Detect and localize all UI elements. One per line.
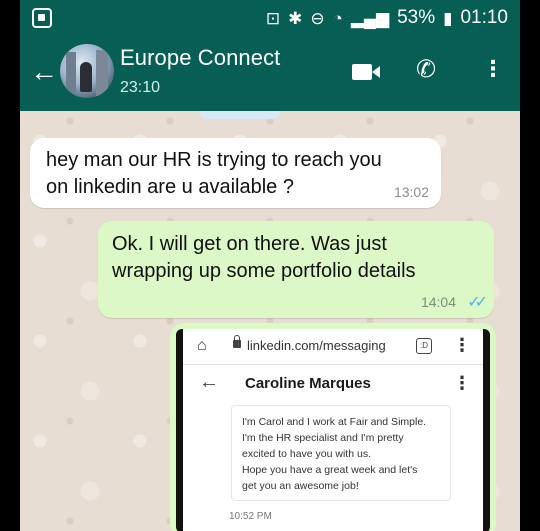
- message-line: wrapping up some portfolio details: [112, 260, 416, 282]
- incoming-message[interactable]: hey man our HR is trying to reach you on…: [30, 138, 441, 208]
- battery-percent: 53%: [397, 7, 436, 28]
- chat-subtitle: 23:10: [120, 79, 161, 96]
- previous-bubble-edge: [200, 111, 280, 119]
- back-arrow-icon[interactable]: ←: [30, 58, 58, 86]
- message-line: on linkedin are u available ?: [46, 176, 294, 198]
- tabs-icon: :D: [416, 338, 432, 354]
- battery-icon: ▮: [443, 8, 453, 28]
- linkedin-message-line: I'm the HR specialist and I'm pretty: [242, 432, 404, 444]
- status-indicators: ⊡ ✱ ⊖ ◔ ▂▄▆ 53% ▮ 01:10: [266, 7, 508, 29]
- linkedin-message-line: get you an awesome job!: [242, 480, 359, 492]
- app-screen: ⊡ ✱ ⊖ ◔ ▂▄▆ 53% ▮ 01:10 ← Europe Connect…: [0, 0, 540, 531]
- bluetooth-icon: ✱: [288, 8, 303, 28]
- video-call-icon[interactable]: [352, 64, 380, 80]
- back-arrow-icon: ←: [199, 371, 219, 393]
- clock: 01:10: [460, 7, 508, 28]
- conversation-more-icon: ⋮: [453, 373, 471, 393]
- left-bezel: [0, 0, 20, 531]
- lock-icon: [233, 335, 241, 348]
- screenshot-image[interactable]: ⌂ linkedin.com/messaging :D ⋮ ← Caroline…: [176, 329, 490, 531]
- signal-icon: ▂▄▆: [350, 8, 390, 28]
- linkedin-message-line: Hope you have a great week and let's: [242, 464, 418, 476]
- more-options-icon[interactable]: ⋮: [482, 58, 504, 80]
- read-receipt-icon: ✓✓: [467, 294, 488, 311]
- message-text: Ok. I will get on there. Was just wrappi…: [112, 231, 482, 285]
- right-bezel: [520, 0, 540, 531]
- phone-icon[interactable]: ✆: [416, 58, 436, 82]
- wifi-icon: ◔: [332, 8, 343, 28]
- chat-header: ← Europe Connect 23:10 ✆ ⋮: [20, 36, 520, 111]
- message-line: Ok. I will get on there. Was just: [112, 233, 387, 255]
- screenshot-content: ⌂ linkedin.com/messaging :D ⋮ ← Caroline…: [183, 329, 483, 531]
- avatar-building: [66, 52, 76, 96]
- message-text: hey man our HR is trying to reach you on…: [46, 147, 426, 201]
- url-text: linkedin.com/messaging: [247, 338, 386, 353]
- screenshot-notification-icon: [32, 8, 52, 28]
- avatar[interactable]: [60, 44, 114, 98]
- image-message[interactable]: ⌂ linkedin.com/messaging :D ⋮ ← Caroline…: [170, 323, 496, 531]
- status-bar: ⊡ ✱ ⊖ ◔ ▂▄▆ 53% ▮ 01:10: [20, 0, 520, 36]
- message-time: 14:04: [420, 294, 456, 310]
- avatar-figure: [80, 62, 92, 92]
- browser-more-icon: ⋮: [453, 335, 471, 355]
- message-list[interactable]: hey man our HR is trying to reach you on…: [20, 111, 520, 531]
- message-line: hey man our HR is trying to reach you: [46, 149, 382, 171]
- linkedin-message: I'm Carol and I work at Fair and Simple.…: [231, 405, 451, 501]
- linkedin-conversation-header: ← Caroline Marques ⋮: [183, 365, 483, 405]
- linkedin-message-line: excited to have you with us.: [242, 448, 371, 460]
- home-icon: ⌂: [197, 337, 207, 354]
- linkedin-message-line: I'm Carol and I work at Fair and Simple.: [242, 416, 427, 428]
- message-time: 13:02: [393, 184, 429, 200]
- outgoing-message[interactable]: Ok. I will get on there. Was just wrappi…: [98, 221, 494, 318]
- chat-title[interactable]: Europe Connect: [120, 45, 280, 71]
- cast-icon: ⊡: [265, 8, 281, 28]
- do-not-disturb-icon: ⊖: [310, 8, 325, 28]
- avatar-building: [96, 50, 108, 96]
- browser-url-bar: ⌂ linkedin.com/messaging :D ⋮: [183, 329, 483, 365]
- contact-name: Caroline Marques: [245, 375, 371, 392]
- linkedin-message-time: 10:52 PM: [229, 511, 272, 522]
